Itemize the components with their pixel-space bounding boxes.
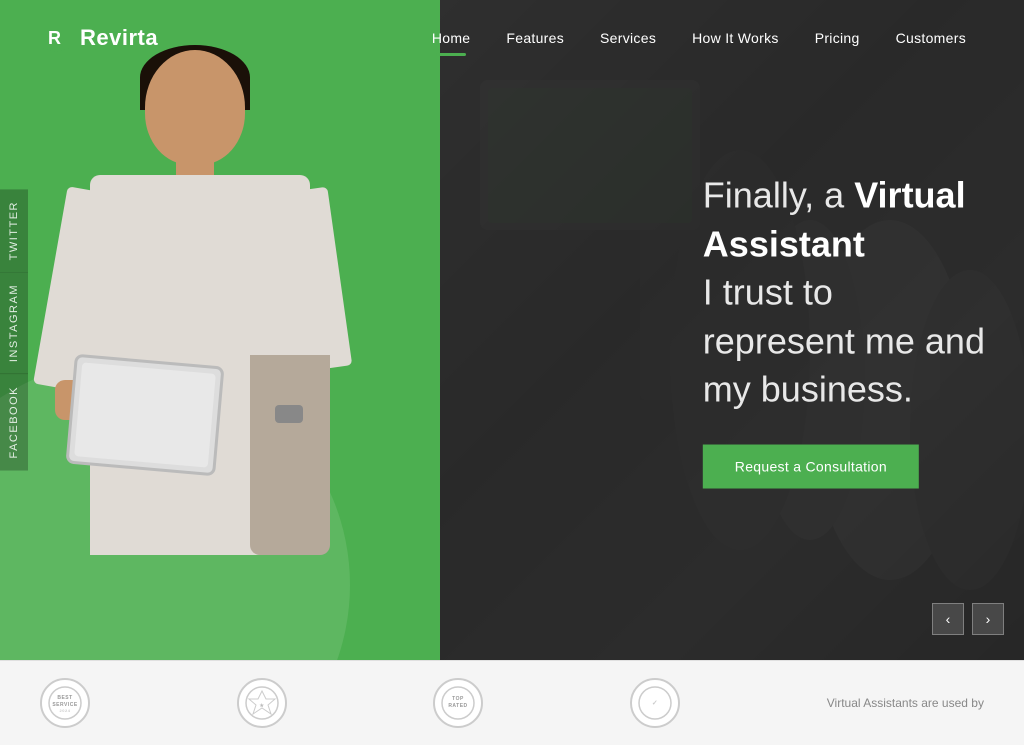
hero-title: Finally, a Virtual Assistant I trust to … bbox=[703, 172, 995, 415]
svg-text:★: ★ bbox=[259, 703, 264, 709]
bottom-tagline: Virtual Assistants are used by bbox=[827, 696, 984, 710]
bottom-strip: BEST SERVICE 2024 ★ TOP RATED bbox=[0, 660, 1024, 745]
social-instagram[interactable]: Instagram bbox=[0, 272, 28, 374]
badge-1: BEST SERVICE 2024 bbox=[40, 678, 90, 728]
site-logo[interactable]: R Revirta bbox=[40, 22, 158, 54]
svg-text:R: R bbox=[48, 28, 62, 48]
site-header: R Revirta Home Features Services How It … bbox=[0, 0, 1024, 75]
hero-content: Finally, a Virtual Assistant I trust to … bbox=[703, 172, 995, 489]
main-nav: Home Features Services How It Works Pric… bbox=[414, 20, 984, 56]
slider-prev-button[interactable]: ‹ bbox=[932, 603, 964, 635]
nav-item-home[interactable]: Home bbox=[414, 20, 489, 56]
nav-item-services[interactable]: Services bbox=[582, 20, 674, 56]
person-watch bbox=[275, 405, 303, 423]
logo-icon: R bbox=[40, 22, 72, 54]
slider-controls: ‹ › bbox=[932, 603, 1004, 635]
svg-text:TOP: TOP bbox=[453, 696, 465, 702]
svg-text:BEST: BEST bbox=[57, 695, 72, 701]
nav-item-pricing[interactable]: Pricing bbox=[797, 20, 878, 56]
social-facebook[interactable]: Facebook bbox=[0, 374, 28, 471]
nav-item-customers[interactable]: Customers bbox=[878, 20, 984, 56]
logo-text: Revirta bbox=[80, 25, 158, 51]
hero-person-figure bbox=[0, 10, 440, 660]
badge-4: ✓ bbox=[630, 678, 680, 728]
svg-text:✓: ✓ bbox=[652, 700, 658, 707]
hero-right-panel: Finally, a Virtual Assistant I trust to … bbox=[440, 0, 1024, 660]
svg-text:RATED: RATED bbox=[449, 703, 468, 709]
social-twitter[interactable]: Twitter bbox=[0, 189, 28, 272]
social-sidebar: Twitter Instagram Facebook bbox=[0, 189, 28, 471]
nav-item-features[interactable]: Features bbox=[488, 20, 582, 56]
hero-left-panel bbox=[0, 0, 440, 660]
nav-item-how-it-works[interactable]: How It Works bbox=[674, 20, 797, 56]
badge-2: ★ bbox=[237, 678, 287, 728]
hero-section: Finally, a Virtual Assistant I trust to … bbox=[0, 0, 1024, 660]
badge-3: TOP RATED bbox=[433, 678, 483, 728]
tablet-screen bbox=[74, 362, 216, 467]
person-shirt bbox=[250, 355, 330, 555]
svg-text:2024: 2024 bbox=[60, 708, 71, 713]
person-tablet bbox=[65, 354, 224, 477]
cta-button[interactable]: Request a Consultation bbox=[703, 444, 919, 488]
slider-next-button[interactable]: › bbox=[972, 603, 1004, 635]
